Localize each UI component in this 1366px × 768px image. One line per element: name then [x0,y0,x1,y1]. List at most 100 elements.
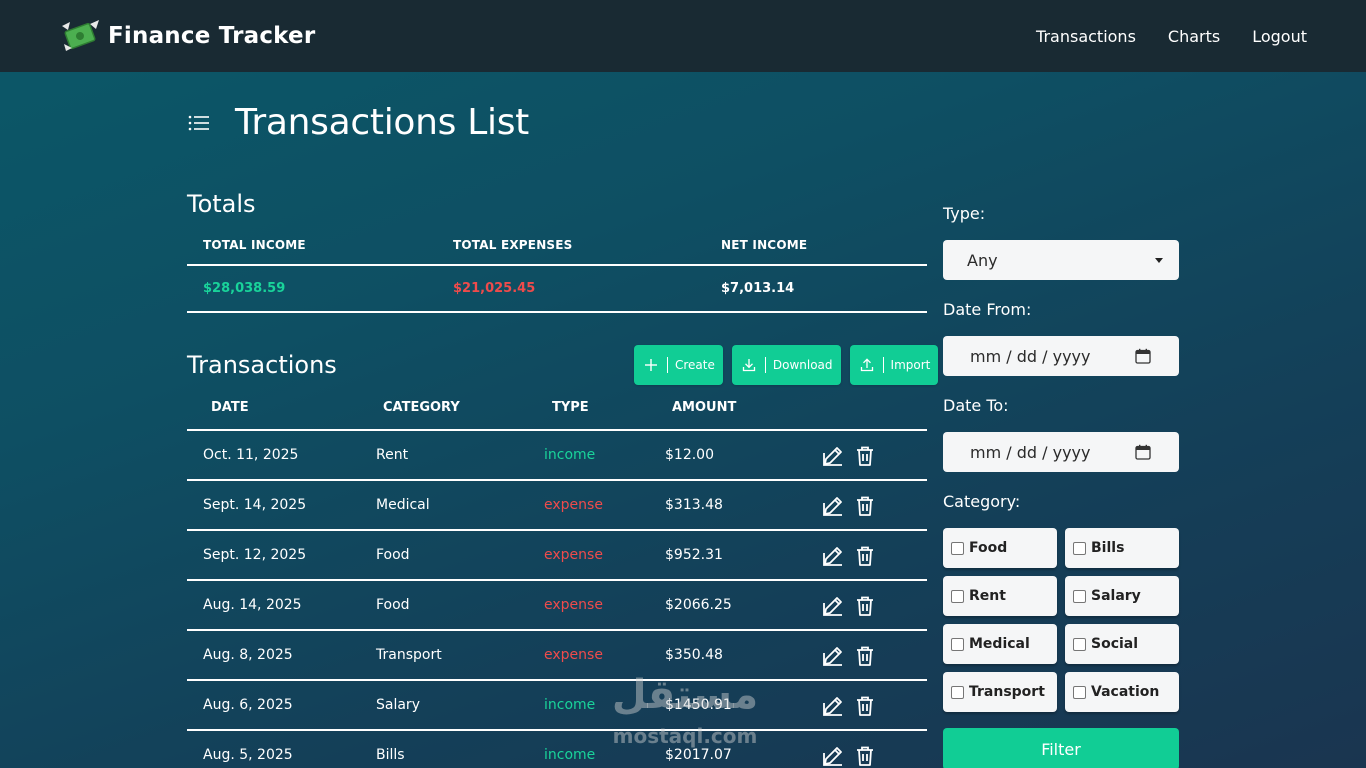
category-checkbox-label: Social [1091,636,1139,652]
row-actions [821,744,885,768]
trash-icon[interactable] [853,744,877,768]
category-checkbox-rent[interactable]: Rent [943,576,1057,616]
category-checkbox-label: Bills [1091,540,1125,556]
category-checkbox-social[interactable]: Social [1065,624,1179,664]
trash-icon[interactable] [853,694,877,718]
nav-link-logout[interactable]: Logout [1252,27,1307,46]
row-category: Food [376,597,410,613]
trash-icon[interactable] [853,444,877,468]
trash-icon[interactable] [853,544,877,568]
edit-icon[interactable] [821,694,845,718]
date-to-input[interactable]: mm / dd / yyyy [943,432,1179,472]
date-from-label: Date From: [943,300,1032,319]
row-actions [821,444,885,468]
row-type: income [544,747,596,763]
upload-icon [860,358,873,372]
nav-links: Transactions Charts Logout [1004,0,1307,72]
table-row: Sept. 14, 2025 Medical expense $313.48 [187,481,927,531]
plus-icon [645,359,657,371]
table-row: Oct. 11, 2025 Rent income $12.00 [187,431,927,481]
edit-icon[interactable] [821,494,845,518]
category-checkbox-label: Rent [969,588,1006,604]
divider [187,264,927,266]
category-checkbox-salary[interactable]: Salary [1065,576,1179,616]
table-row: Sept. 12, 2025 Food expense $952.31 [187,531,927,581]
table-row: Aug. 14, 2025 Food expense $2066.25 [187,581,927,631]
column-header-type: TYPE [552,400,589,415]
row-category: Salary [376,697,420,713]
row-amount: $1450.91 [665,697,732,713]
row-category: Medical [376,497,430,513]
category-checkbox-food[interactable]: Food [943,528,1057,568]
row-type: expense [544,547,603,563]
row-amount: $12.00 [665,447,714,463]
import-button-label: Import [890,358,931,372]
nav-link-charts[interactable]: Charts [1168,27,1220,46]
download-button-label: Download [772,358,833,372]
category-checkbox-label: Salary [1091,588,1141,604]
column-header-category: CATEGORY [383,400,460,415]
row-date: Sept. 14, 2025 [203,497,307,513]
total-income-value: $28,038.59 [203,281,286,296]
checkbox[interactable] [951,589,964,603]
totals-title: Totals [187,190,256,218]
row-amount: $2066.25 [665,597,732,613]
import-button[interactable]: Import [849,345,939,385]
brand[interactable]: Finance Tracker [60,18,315,54]
category-checkbox-vacation[interactable]: Vacation [1065,672,1179,712]
trash-icon[interactable] [853,494,877,518]
row-date: Aug. 8, 2025 [203,647,293,663]
edit-icon[interactable] [821,644,845,668]
row-type: income [544,447,596,463]
filter-button[interactable]: Filter [943,728,1179,768]
row-date: Aug. 6, 2025 [203,697,293,713]
checkbox[interactable] [1073,589,1086,603]
checkbox[interactable] [1073,637,1086,651]
category-checkbox-medical[interactable]: Medical [943,624,1057,664]
button-separator [764,357,766,373]
row-category: Bills [376,747,405,763]
table-row: Aug. 8, 2025 Transport expense $350.48 [187,631,927,681]
calendar-icon[interactable] [1135,444,1151,460]
create-button[interactable]: Create [634,345,723,385]
row-amount: $313.48 [665,497,723,513]
net-income-value: $7,013.14 [721,281,795,296]
date-from-placeholder: mm / dd / yyyy [970,346,1091,366]
create-button-label: Create [675,358,715,372]
row-actions [821,494,885,518]
checkbox[interactable] [951,685,964,699]
row-date: Aug. 14, 2025 [203,597,302,613]
row-amount: $952.31 [665,547,723,563]
download-icon [742,359,756,372]
table-row: Aug. 6, 2025 Salary income $1450.91 [187,681,927,731]
total-income-header: TOTAL INCOME [203,238,306,252]
date-to-label: Date To: [943,396,1009,415]
category-checkbox-transport[interactable]: Transport [943,672,1057,712]
trash-icon[interactable] [853,644,877,668]
row-actions [821,594,885,618]
caret-down-icon [1155,258,1163,263]
trash-icon[interactable] [853,594,877,618]
checkbox[interactable] [951,541,964,555]
edit-icon[interactable] [821,744,845,768]
page-title: Transactions List [235,102,529,143]
page-header: Transactions List [188,102,529,143]
download-button[interactable]: Download [731,345,841,385]
nav-link-transactions[interactable]: Transactions [1036,27,1136,46]
category-label: Category: [943,492,1021,511]
table-body: Oct. 11, 2025 Rent income $12.00 Sept. 14, 2… [187,431,927,768]
calendar-icon[interactable] [1135,348,1151,364]
date-from-input[interactable]: mm / dd / yyyy [943,336,1179,376]
checkbox[interactable] [1073,541,1086,555]
checkbox[interactable] [1073,685,1086,699]
total-expenses-header: TOTAL EXPENSES [453,238,573,252]
edit-icon[interactable] [821,444,845,468]
edit-icon[interactable] [821,544,845,568]
type-select[interactable]: Any [943,240,1179,280]
transactions-title: Transactions [187,351,337,379]
edit-icon[interactable] [821,594,845,618]
category-checkbox-label: Vacation [1091,684,1160,700]
transaction-actions: Create Download Import [634,345,939,385]
category-checkbox-bills[interactable]: Bills [1065,528,1179,568]
checkbox[interactable] [951,637,964,651]
